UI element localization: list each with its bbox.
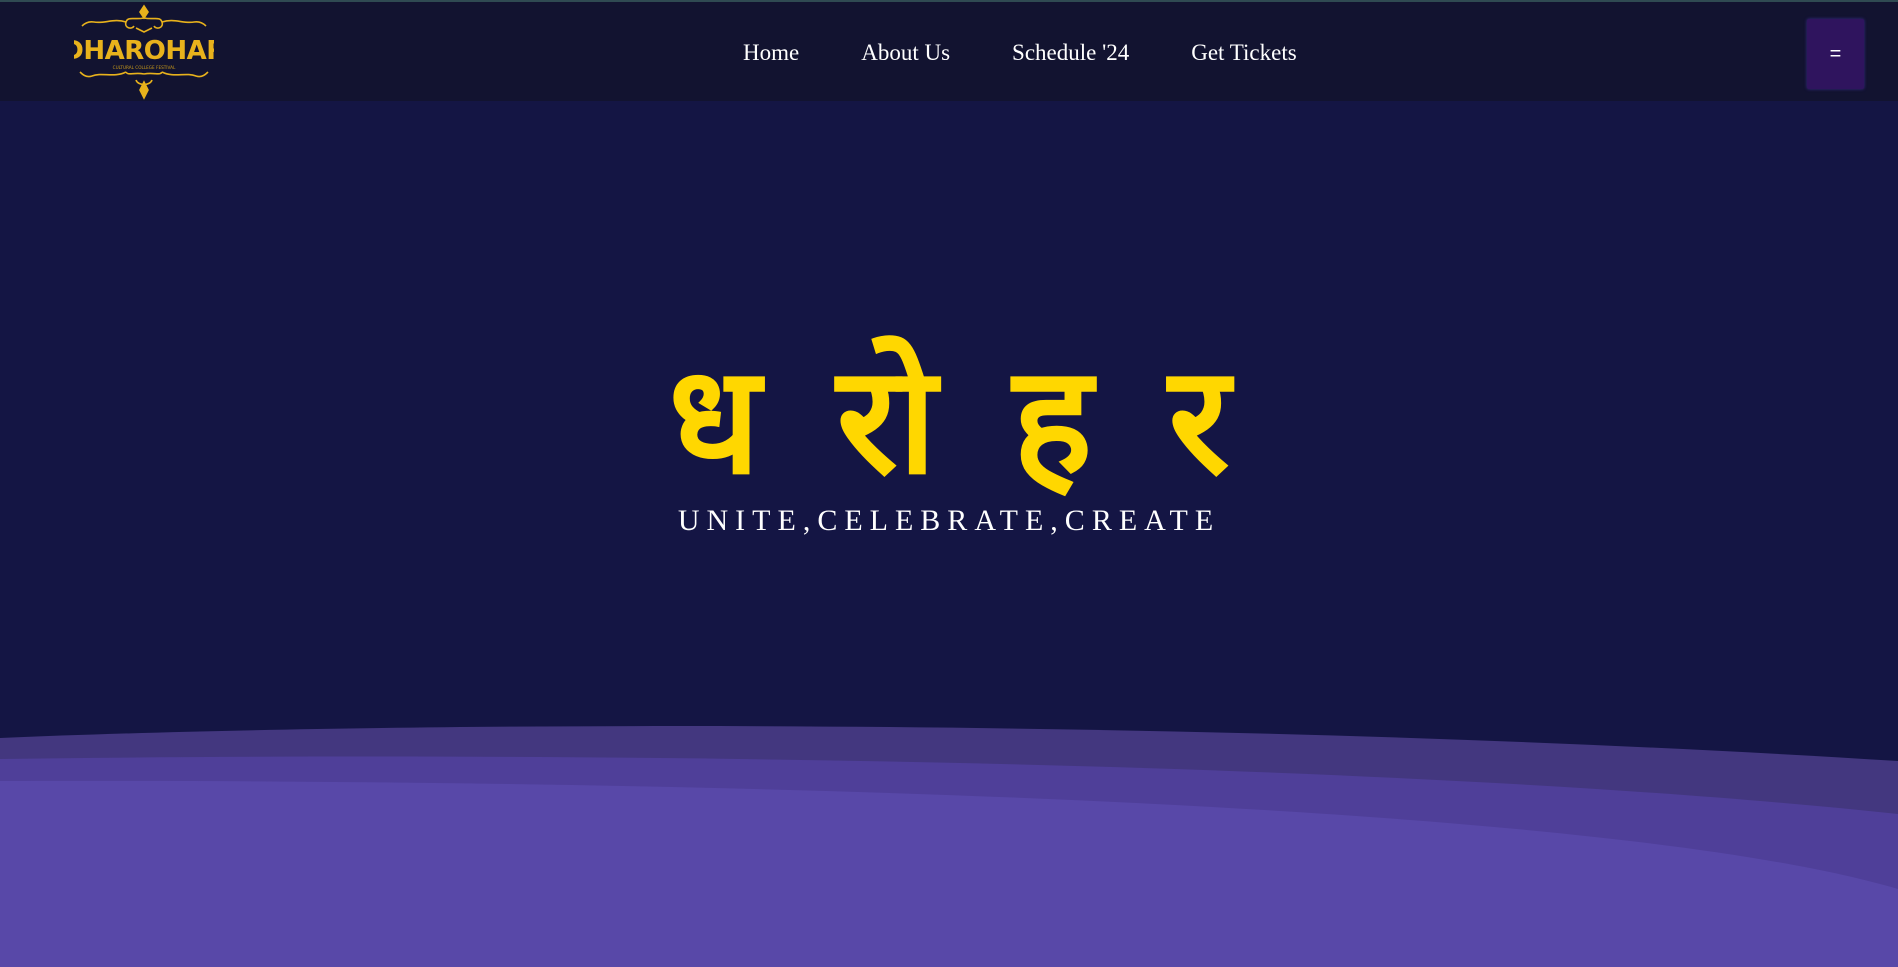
hero-title: ध रो ह र: [0, 321, 1898, 521]
hero-title-letter: र: [1168, 334, 1230, 508]
ornament-logo-icon: DHAROHAR CULTURAL COLLEGE FESTIVAL: [62, 4, 227, 100]
hero-title-letter: ध: [668, 334, 761, 508]
hero-title-letter: ह: [1012, 334, 1093, 508]
nav-about-us[interactable]: About Us: [861, 38, 950, 68]
hero-title-letter: रो: [836, 334, 937, 508]
main-nav: Home About Us Schedule '24 Get Tickets: [743, 38, 1359, 68]
navbar: DHAROHAR CULTURAL COLLEGE FESTIVAL Home …: [0, 2, 1898, 101]
brand-logo[interactable]: DHAROHAR CULTURAL COLLEGE FESTIVAL: [62, 2, 227, 101]
nav-schedule[interactable]: Schedule '24: [1012, 38, 1129, 68]
svg-text:CULTURAL COLLEGE FESTIVAL: CULTURAL COLLEGE FESTIVAL: [113, 65, 176, 70]
hero-section: ध रो ह र UNITE,CELEBRATE,CREATE: [0, 101, 1898, 967]
nav-get-tickets[interactable]: Get Tickets: [1191, 38, 1296, 68]
wave-decoration: [0, 726, 1898, 967]
svg-text:DHAROHAR: DHAROHAR: [74, 36, 214, 66]
menu-toggle-button[interactable]: =: [1807, 19, 1864, 89]
nav-home[interactable]: Home: [743, 38, 799, 68]
hero-tagline: UNITE,CELEBRATE,CREATE: [677, 504, 1221, 537]
